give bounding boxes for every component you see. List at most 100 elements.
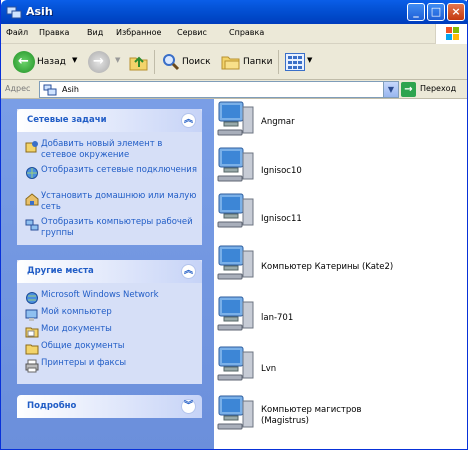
list-item[interactable]: Ignisoc11 <box>216 191 466 237</box>
menu-help[interactable]: Справка <box>229 28 264 37</box>
collapse-chevron-icon[interactable]: ︽ <box>181 113 196 128</box>
folders-icon[interactable] <box>221 53 241 71</box>
computer-name: Lvn <box>261 364 277 374</box>
search-button[interactable]: Поиск <box>182 57 211 67</box>
my-computer-icon <box>25 309 38 321</box>
back-arrow-icon[interactable]: ← <box>13 51 35 73</box>
network-computer-icon <box>217 296 254 331</box>
address-value: Asih <box>62 85 79 94</box>
network-computer-icon <box>217 147 254 182</box>
task-setup-home-network[interactable]: Установить домашнюю или малую сеть <box>25 191 197 217</box>
place-label: Мой компьютер <box>41 307 112 317</box>
up-folder-icon[interactable] <box>129 53 149 71</box>
place-printers-faxes[interactable]: Принтеры и факсы <box>25 358 197 374</box>
list-item[interactable]: Компьютер Катерины (Kate2) <box>216 243 466 289</box>
workgroup-computers-icon <box>25 219 39 231</box>
place-my-computer[interactable]: Мой компьютер <box>25 307 197 323</box>
task-label: Добавить новый элемент в сетевое окружен… <box>41 139 163 160</box>
list-item[interactable]: Компьютер магистров (Magistrus) <box>216 393 466 439</box>
computer-list: Angmar Ignisoc10 Ignisoc11 Компьютер Кат… <box>214 99 467 449</box>
network-computer-icon <box>217 101 254 136</box>
details-title: Подробно <box>27 401 77 411</box>
network-computer-icon <box>217 245 254 280</box>
network-computer-icon <box>217 346 254 381</box>
my-documents-icon <box>25 327 39 338</box>
minimize-button[interactable]: _ <box>407 3 425 21</box>
details-header[interactable]: Подробно ︾ <box>17 395 202 418</box>
forward-dropdown-icon[interactable]: ▼ <box>115 56 120 64</box>
menu-view[interactable]: Вид <box>87 28 103 37</box>
place-label: Microsoft Windows Network <box>41 290 159 300</box>
shared-documents-icon <box>25 344 39 355</box>
other-places-panel: Другие места ︽ Microsoft Windows Network… <box>17 260 202 384</box>
other-places-title: Другие места <box>27 266 94 276</box>
other-places-header[interactable]: Другие места ︽ <box>17 260 202 283</box>
go-button[interactable]: → Переход <box>401 82 465 97</box>
menu-tools[interactable]: Сервис <box>177 28 207 37</box>
task-label: Отобразить сетевые подключения <box>41 165 197 175</box>
address-dropdown-icon[interactable]: ▼ <box>383 82 398 97</box>
address-label: Адрес <box>5 84 31 93</box>
network-folder-icon <box>6 6 22 19</box>
list-item[interactable]: Angmar <box>216 99 466 145</box>
place-label: Мои документы <box>41 324 112 334</box>
menu-favorites[interactable]: Избранное <box>116 28 161 37</box>
network-connections-icon <box>26 167 38 179</box>
network-tasks-title: Сетевые задачи <box>27 115 107 125</box>
network-tasks-header[interactable]: Сетевые задачи ︽ <box>17 109 202 132</box>
add-network-place-icon <box>25 141 38 153</box>
title-bar[interactable]: Asih _ □ × <box>1 0 468 24</box>
address-bar: Адрес Asih ▼ → Переход <box>1 80 467 99</box>
task-pane: Сетевые задачи ︽ Добавить новый элемент … <box>1 99 214 449</box>
details-panel: Подробно ︾ <box>17 395 202 418</box>
collapse-chevron-icon[interactable]: ︽ <box>181 264 196 279</box>
computer-name: Angmar <box>261 117 295 127</box>
computer-name: lan-701 <box>261 313 294 323</box>
home-network-icon <box>25 193 39 206</box>
maximize-button[interactable]: □ <box>427 3 445 21</box>
task-show-workgroup[interactable]: Отобразить компьютеры рабочей группы <box>25 217 197 243</box>
go-label: Переход <box>420 84 457 93</box>
toolbar: ← Назад ▼ → ▼ Поиск Папки ▼ <box>1 44 467 80</box>
network-folder-icon <box>43 84 57 96</box>
task-label: Отобразить компьютеры рабочей группы <box>41 217 193 238</box>
list-item[interactable]: lan-701 <box>216 294 466 340</box>
place-label: Общие документы <box>41 341 125 351</box>
close-button[interactable]: × <box>447 3 465 21</box>
menu-bar: Файл Правка Вид Избранное Сервис Справка <box>1 24 467 44</box>
menu-edit[interactable]: Правка <box>39 28 69 37</box>
task-label: Установить домашнюю или малую сеть <box>41 191 197 212</box>
toolbar-separator <box>278 50 279 74</box>
search-icon[interactable] <box>162 53 180 71</box>
toolbar-separator <box>154 50 155 74</box>
globe-icon <box>26 292 38 304</box>
views-dropdown-icon[interactable]: ▼ <box>307 56 312 64</box>
list-item[interactable]: Ignisoc10 <box>216 145 466 191</box>
go-arrow-icon: → <box>401 82 416 97</box>
views-icon[interactable] <box>285 53 305 71</box>
place-windows-network[interactable]: Microsoft Windows Network <box>25 290 197 306</box>
network-computer-icon <box>217 395 254 430</box>
list-item[interactable]: Lvn <box>216 344 466 390</box>
network-computer-icon <box>217 193 254 228</box>
task-show-connections[interactable]: Отобразить сетевые подключения <box>25 165 197 191</box>
windows-logo-icon <box>435 24 467 44</box>
menu-file[interactable]: Файл <box>6 28 28 37</box>
computer-name: Компьютер Катерины (Kate2) <box>261 262 394 272</box>
computer-name: Ignisoc11 <box>261 214 302 224</box>
address-field[interactable]: Asih ▼ <box>39 81 399 98</box>
place-shared-documents[interactable]: Общие документы <box>25 341 197 357</box>
window-title: Asih <box>26 5 53 18</box>
expand-chevron-icon[interactable]: ︾ <box>181 399 196 414</box>
task-add-network-place[interactable]: Добавить новый элемент в сетевое окружен… <box>25 139 197 165</box>
computer-name: Компьютер магистров (Magistrus) <box>261 405 362 426</box>
back-dropdown-icon[interactable]: ▼ <box>72 56 77 64</box>
place-label: Принтеры и факсы <box>41 358 127 368</box>
network-tasks-panel: Сетевые задачи ︽ Добавить новый элемент … <box>17 109 202 245</box>
place-my-documents[interactable]: Мои документы <box>25 324 197 340</box>
back-button[interactable]: Назад <box>37 57 66 67</box>
folders-button[interactable]: Папки <box>243 57 272 67</box>
forward-arrow-icon[interactable]: → <box>88 51 110 73</box>
printer-icon <box>25 359 39 373</box>
computer-name: Ignisoc10 <box>261 166 302 176</box>
